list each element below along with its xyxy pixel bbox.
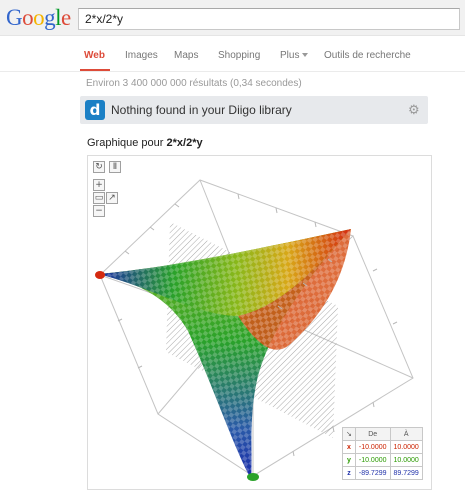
range-row-y: y -10.0000 10.0000 — [342, 453, 423, 467]
zoom-out-button[interactable]: − — [93, 205, 105, 217]
tab-images[interactable]: Images — [125, 50, 158, 61]
tab-web[interactable]: Web — [84, 50, 105, 61]
gear-icon[interactable]: ⚙ — [408, 103, 420, 117]
diigo-logo-icon[interactable]: d — [85, 100, 105, 120]
tab-plus[interactable]: Plus — [280, 50, 309, 61]
logo-letter: g — [44, 5, 56, 30]
graph-title-expression: 2*x/2*y — [166, 137, 203, 149]
reset-view-button[interactable]: ↻ — [93, 161, 105, 173]
range-header-to: À — [389, 427, 423, 441]
pause-rotation-button[interactable]: Ⅱ — [109, 161, 121, 173]
range-x-to[interactable]: 10.0000 — [389, 440, 423, 454]
tab-maps[interactable]: Maps — [174, 50, 198, 61]
axis-label-x: x — [342, 440, 356, 454]
range-header-from: De — [354, 427, 391, 441]
range-y-from[interactable]: -10.0000 — [354, 453, 391, 467]
result-stats: Environ 3 400 000 000 résultats (0,34 se… — [86, 78, 302, 89]
camera-icon[interactable]: ▭ — [93, 192, 105, 204]
search-tabs: Web Images Maps Shopping Plus Outils de … — [0, 36, 465, 72]
graph-title: Graphique pour 2*x/2*y — [87, 137, 203, 149]
tab-plus-label: Plus — [280, 50, 300, 61]
tab-shopping[interactable]: Shopping — [218, 50, 260, 61]
logo-letter: e — [61, 5, 71, 30]
range-row-z: z -89.7299 89.7299 — [342, 466, 423, 480]
axis-range-table: ↘ De À x -10.0000 10.0000 y -10.0000 10.… — [342, 427, 423, 480]
range-table-corner: ↘ — [342, 427, 356, 441]
axes-toggle-icon[interactable]: ↗ — [106, 192, 118, 204]
graph-canvas[interactable]: ↻ Ⅱ + ▭ ↗ − ↘ De À x -10.0000 10.0000 y … — [87, 155, 432, 490]
axis-label-z: z — [342, 466, 356, 480]
google-logo[interactable]: Google — [6, 6, 71, 30]
range-x-from[interactable]: -10.0000 — [354, 440, 391, 454]
caret-down-icon — [302, 53, 309, 58]
active-tab-indicator — [80, 69, 110, 71]
range-z-from[interactable]: -89.7299 — [354, 466, 391, 480]
logo-letter: o — [33, 5, 45, 30]
logo-letter: o — [22, 5, 34, 30]
axis-label-y: y — [342, 453, 356, 467]
top-bar: Google 2*x/2*y — [0, 0, 465, 36]
diigo-message: Nothing found in your Diigo library — [111, 103, 292, 117]
graph-title-prefix: Graphique pour — [87, 137, 167, 149]
diigo-panel: d Nothing found in your Diigo library ⚙ — [80, 96, 428, 124]
zoom-in-button[interactable]: + — [93, 179, 105, 191]
tab-search-tools[interactable]: Outils de recherche — [324, 50, 411, 61]
range-y-to[interactable]: 10.0000 — [389, 453, 423, 467]
range-z-to[interactable]: 89.7299 — [389, 466, 423, 480]
range-row-x: x -10.0000 10.0000 — [342, 440, 423, 454]
logo-letter: G — [6, 5, 23, 30]
search-input[interactable]: 2*x/2*y — [78, 8, 460, 30]
range-table-header: ↘ De À — [342, 427, 423, 441]
